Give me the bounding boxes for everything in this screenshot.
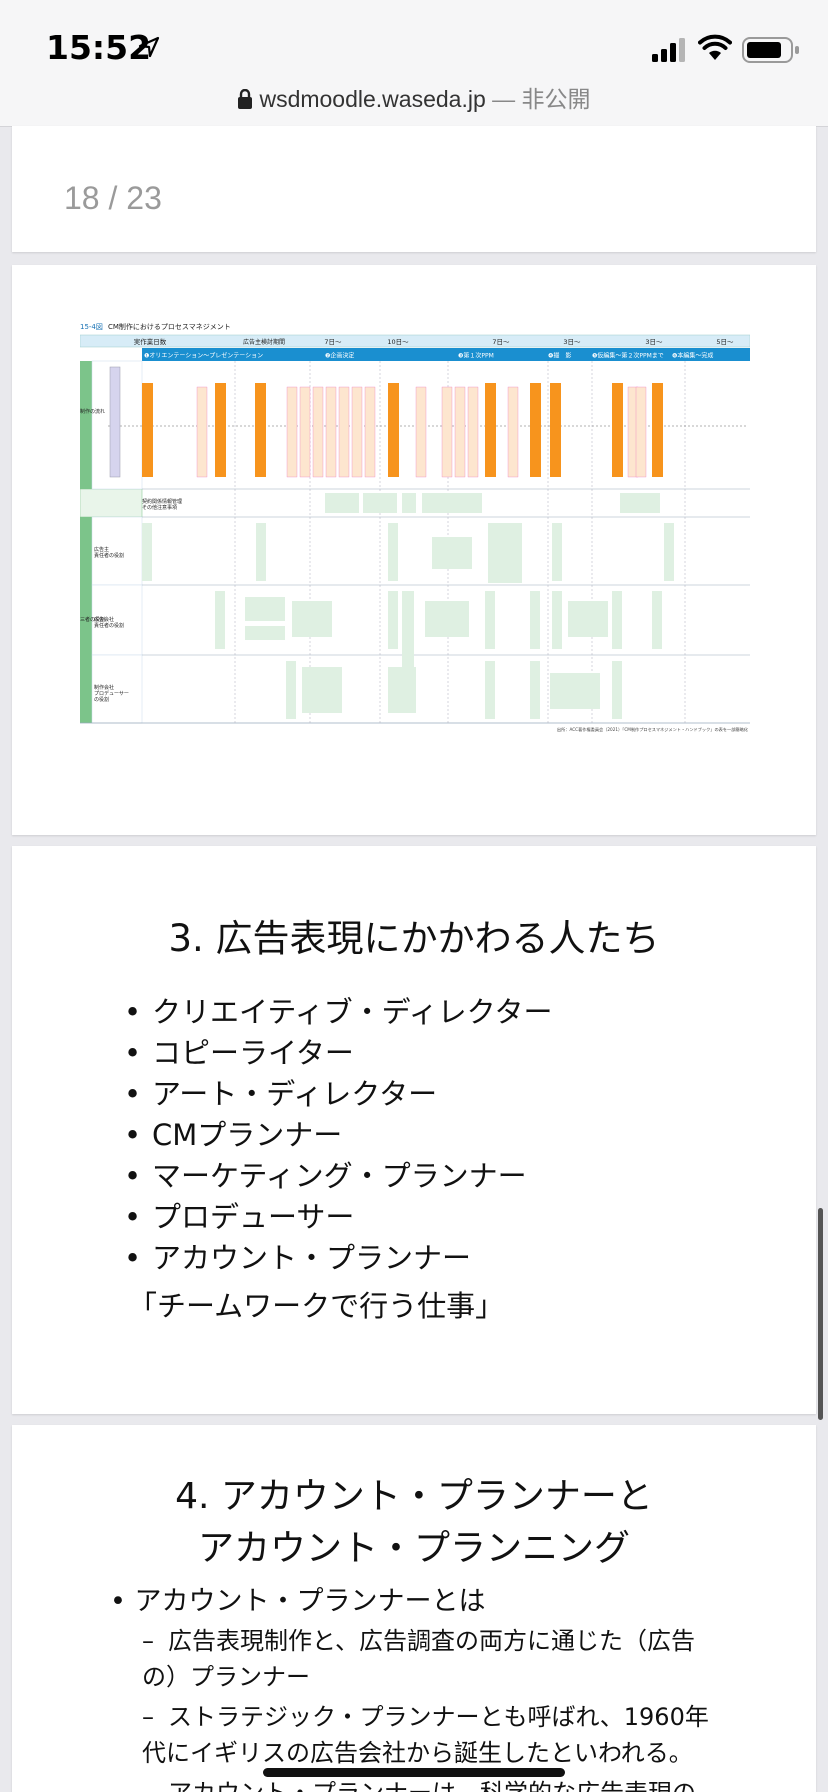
- figure-header-4: 7日～: [492, 338, 510, 346]
- list-item: アカウント・プランナー: [124, 1238, 553, 1279]
- figure-header-1: 広告主検討期間: [243, 338, 285, 346]
- slide-4-sub-item: – 広告表現制作と、広告調査の両方に通じた（広告の）プランナー: [142, 1627, 696, 1691]
- browser-top-bar: 15:52 wsdmoodle.waseda.jp — 非公開: [0, 0, 828, 127]
- slide-4-sub-text: アカウント・プランナーは、科学的な広告表現の: [168, 1779, 696, 1792]
- slide-4-bullet: • アカウント・プランナーとは: [110, 1586, 486, 1617]
- figure-title: CM制作におけるプロセスマネジメント: [108, 322, 231, 331]
- figure-phase-4: ❺仮編集～第２次PPMまで: [592, 352, 664, 360]
- url-domain: wsdmoodle.waseda.jp: [259, 86, 486, 112]
- figure-header-0: 実作業日数: [134, 337, 167, 346]
- scrollbar-thumb[interactable]: [818, 1208, 823, 1420]
- figure-header-7: 5日～: [716, 338, 734, 346]
- slide-4-sub-item: –アカウント・プランナーは、科学的な広告表現の: [142, 1775, 722, 1792]
- home-indicator[interactable]: [263, 1768, 565, 1777]
- slide-diagram-card: 15-4図 CM制作におけるプロセスマネジメント 実作業日数 広告主検討期間 7…: [12, 265, 816, 835]
- figure-source: 出所：ACC著作権委員会（2021）「CM制作プロセスマネジメント・ハンドブック…: [557, 726, 749, 733]
- slide-4-card: 4. アカウント・プランナーと アカウント・プランニング • アカウント・プラン…: [12, 1425, 816, 1792]
- figure-header-3: 10日～: [387, 338, 409, 346]
- figure-header-6: 3日～: [645, 338, 663, 346]
- slide-4-title-line2: アカウント・プランニング: [197, 1528, 630, 1569]
- location-arrow-icon: [138, 36, 160, 58]
- figure-header-5: 3日～: [563, 338, 581, 346]
- figure-phase-0: ❶オリエンテーション～プレゼンテーション: [144, 352, 263, 360]
- slide-4-sub-text: ストラテジック・プランナーとも呼ばれ、1960年代にイギリスの広告会社から誕生し…: [142, 1703, 709, 1767]
- list-item: アート・ディレクター: [124, 1074, 553, 1115]
- figure-row-label-0: 契約関係情報管理その他注意事項: [142, 498, 182, 511]
- lock-icon: [238, 89, 253, 109]
- slide-3-card: 3. 広告表現にかかわる人たち クリエイティブ・ディレクター コピーライター ア…: [12, 846, 816, 1414]
- address-bar[interactable]: wsdmoodle.waseda.jp — 非公開: [0, 80, 828, 114]
- cellular-signal-icon: [652, 38, 685, 62]
- page-counter: 18 / 23: [64, 180, 162, 216]
- figure-phase-3: ❹撮 影: [548, 352, 571, 360]
- figure-phase-1: ❷企画決定: [325, 352, 354, 360]
- figure-label: 15-4図: [80, 323, 103, 331]
- page-counter-card: 18 / 23: [12, 126, 816, 252]
- process-management-diagram: 15-4図 CM制作におけるプロセスマネジメント 実作業日数 広告主検討期間 7…: [80, 322, 750, 733]
- list-item: コピーライター: [124, 1033, 553, 1074]
- figure-side-label-0: 制作の流れ: [80, 408, 105, 415]
- status-time: 15:52: [46, 28, 152, 67]
- wifi-icon: [698, 34, 732, 60]
- list-item: マーケティング・プランナー: [124, 1156, 553, 1197]
- battery-icon: [742, 37, 799, 63]
- figure-phase-2: ❸第１次PPM: [458, 352, 494, 360]
- list-item: プロデューサー: [124, 1197, 553, 1238]
- url-privacy-label: — 非公開: [485, 86, 591, 112]
- slide-4-title-line1: 4. アカウント・プランナーと: [175, 1476, 653, 1517]
- list-item: クリエイティブ・ディレクター: [124, 992, 553, 1033]
- figure-side-label-1: 三者の役割: [80, 616, 105, 623]
- slide-3-title: 3. 広告表現にかかわる人たち: [168, 917, 660, 960]
- slide-4-sub-item: – ストラテジック・プランナーとも呼ばれ、1960年代にイギリスの広告会社から誕生…: [142, 1703, 709, 1767]
- slide-3-tagline: 「チームワークで行う仕事」: [128, 1289, 505, 1323]
- slide-3-list: クリエイティブ・ディレクター コピーライター アート・ディレクター CMプランナ…: [124, 992, 553, 1279]
- figure-phase-5: ❻本編集～完成: [672, 352, 713, 360]
- slide-4-sub-text: 広告表現制作と、広告調査の両方に通じた（広告の）プランナー: [142, 1627, 696, 1691]
- slide-4-bullet-text: アカウント・プランナーとは: [134, 1586, 486, 1617]
- figure-header-2: 7日～: [324, 338, 342, 346]
- list-item: CMプランナー: [124, 1115, 553, 1156]
